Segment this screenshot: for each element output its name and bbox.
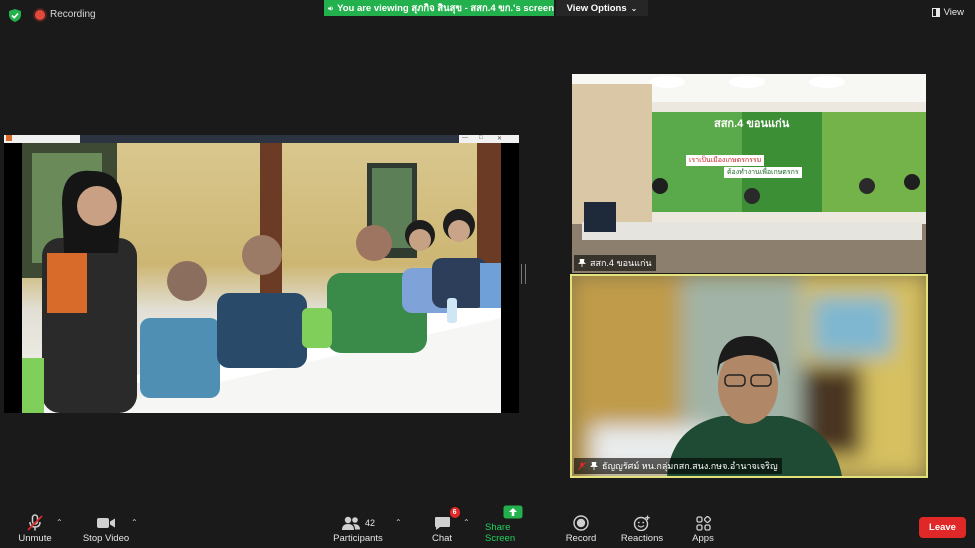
scene-banner-title: สสก.4 ขอนแก่น bbox=[714, 118, 790, 130]
apps-button[interactable]: Apps bbox=[690, 513, 716, 544]
participants-label: Participants bbox=[333, 533, 383, 544]
record-label: Record bbox=[565, 533, 597, 544]
stop-video-label: Stop Video bbox=[82, 533, 130, 544]
speaker-video bbox=[572, 276, 926, 476]
audio-options-chevron-icon[interactable]: ⌃ bbox=[56, 518, 63, 527]
unmute-button[interactable]: Unmute bbox=[17, 513, 53, 544]
chat-options-chevron-icon[interactable]: ⌃ bbox=[463, 518, 470, 527]
maximize-icon: □ bbox=[479, 135, 483, 141]
minimize-icon: — bbox=[462, 135, 468, 141]
shared-photo bbox=[22, 143, 501, 413]
shared-screen[interactable]: — □ ✕ bbox=[4, 135, 519, 413]
recording-indicator-icon[interactable] bbox=[35, 10, 45, 20]
view-layout-button[interactable]: View bbox=[931, 7, 964, 18]
security-shield-icon[interactable] bbox=[9, 9, 21, 22]
view-options-button[interactable]: View Options ⌄ bbox=[556, 0, 648, 16]
pin-icon bbox=[578, 259, 586, 267]
participant-name: ธัญญรัศม์ หน.กลุ่มกสก.สนง.กษจ.อำนาจเจริญ bbox=[602, 461, 778, 471]
meeting-top-bar: Recording You are viewing สุภกิจ สินสุข … bbox=[0, 0, 975, 30]
pin-icon bbox=[590, 462, 598, 470]
view-label: View bbox=[943, 7, 964, 18]
chat-label: Chat bbox=[431, 533, 453, 544]
participants-count: 42 bbox=[364, 518, 375, 528]
viewing-screen-banner: You are viewing สุภกิจ สินสุข - สสก.4 ขก… bbox=[324, 0, 554, 16]
participant-name-tag: ธัญญรัศม์ หน.กลุ่มกสก.สนง.กษจ.อำนาจเจริญ bbox=[574, 458, 782, 474]
active-speaker-video-tile[interactable]: ธัญญรัศม์ หน.กลุ่มกสก.สนง.กษจ.อำนาจเจริญ bbox=[570, 274, 928, 478]
muted-mic-icon bbox=[578, 462, 586, 470]
participant-name-tag: สสก.4 ขอนแก่น bbox=[574, 255, 656, 271]
split-divider-handle[interactable] bbox=[521, 264, 526, 284]
smiley-plus-icon bbox=[633, 515, 650, 531]
share-screen-label: Share Screen bbox=[485, 522, 516, 544]
participant-name: สสก.4 ขอนแก่น bbox=[590, 258, 652, 268]
record-button[interactable]: Record bbox=[566, 513, 596, 544]
close-icon: ✕ bbox=[497, 136, 503, 142]
video-options-chevron-icon[interactable]: ⌃ bbox=[131, 518, 138, 527]
reactions-label: Reactions bbox=[620, 533, 664, 544]
recording-label: Recording bbox=[50, 9, 96, 20]
participants-options-chevron-icon[interactable]: ⌃ bbox=[395, 518, 402, 527]
apps-label: Apps bbox=[692, 533, 714, 544]
record-icon bbox=[573, 515, 589, 531]
view-options-label: View Options bbox=[566, 2, 627, 14]
stop-video-button[interactable]: Stop Video bbox=[80, 513, 132, 544]
participants-button[interactable]: 42 Participants bbox=[332, 513, 384, 544]
scene-banner-line1: เราเป็นเมืองเกษตรกรรม bbox=[686, 155, 765, 166]
participants-icon bbox=[341, 516, 360, 530]
meeting-toolbar: Unmute ⌃ Stop Video ⌃ 42 Participants ⌃ bbox=[0, 505, 975, 548]
unmute-label: Unmute bbox=[18, 533, 52, 544]
app-icon bbox=[6, 135, 12, 141]
meeting-photo-illustration bbox=[22, 143, 501, 413]
viewing-screen-text: You are viewing สุภกิจ สินสุข - สสก.4 ขก… bbox=[337, 2, 554, 14]
chat-button[interactable]: 6 Chat bbox=[430, 507, 460, 544]
chat-bubble-icon bbox=[434, 516, 450, 530]
reactions-button[interactable]: Reactions bbox=[620, 513, 664, 544]
apps-icon bbox=[695, 515, 711, 531]
chevron-down-icon: ⌄ bbox=[630, 3, 638, 13]
share-screen-icon bbox=[503, 505, 523, 519]
share-screen-button[interactable]: Share Screen bbox=[485, 502, 541, 544]
speaker-icon bbox=[328, 5, 334, 11]
participant-video-tile[interactable]: สสก.4 ขอนแก่น เราเป็นเมืองเกษตรกรรม ต้อง… bbox=[572, 74, 926, 273]
view-layout-icon bbox=[931, 8, 940, 17]
video-camera-icon bbox=[97, 518, 115, 528]
leave-label: Leave bbox=[929, 522, 956, 533]
chat-unread-badge: 6 bbox=[449, 507, 460, 518]
scene-banner-line2: ต้องทำงานเพื่อเกษตรกร bbox=[724, 167, 802, 178]
muted-mic-icon bbox=[27, 514, 43, 531]
leave-button[interactable]: Leave bbox=[919, 517, 966, 538]
